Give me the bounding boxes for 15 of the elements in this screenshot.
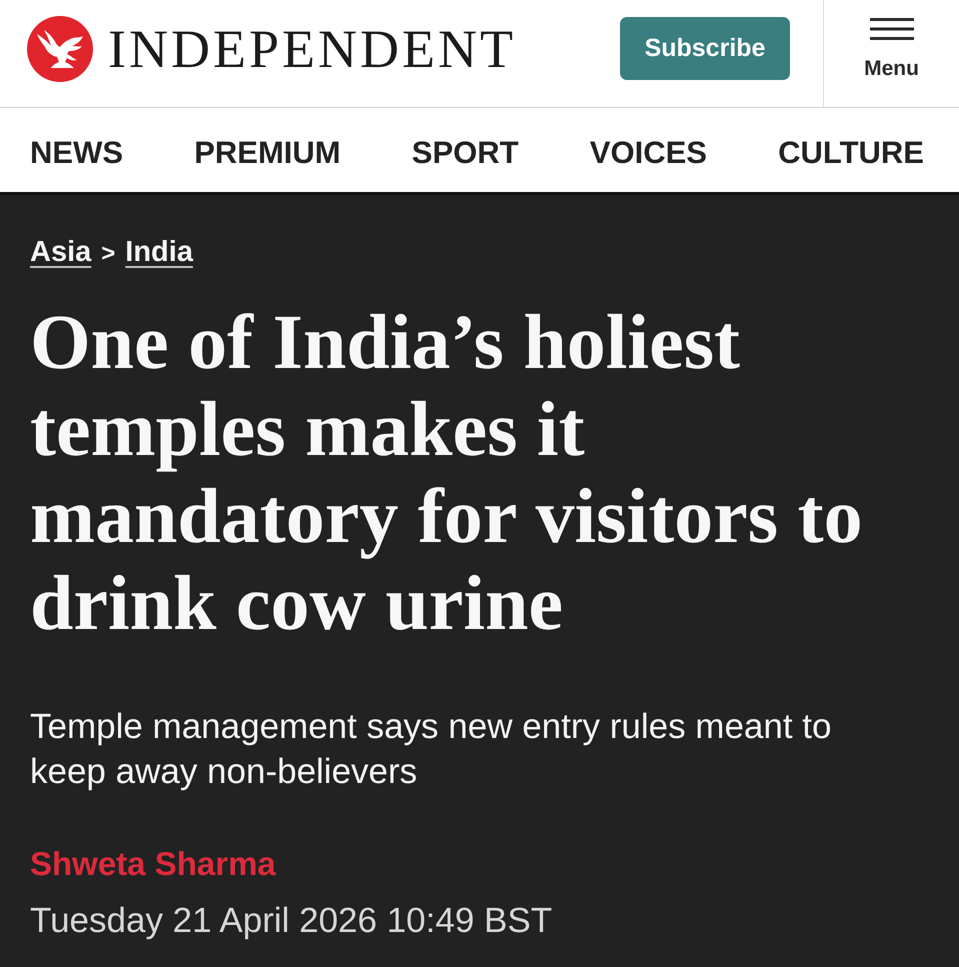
nav-link[interactable]: VOICES (590, 135, 707, 171)
breadcrumb-link[interactable]: Asia (30, 235, 92, 269)
article-standfirst: Temple management says new entry rules meant to keep away non-believers (30, 706, 832, 793)
eagle-logo-icon[interactable] (27, 16, 93, 82)
nav-link[interactable]: SPORT (412, 135, 519, 171)
subscribe-button[interactable]: Subscribe (620, 17, 790, 80)
breadcrumb-link[interactable]: India (125, 235, 193, 269)
publish-date: Tuesday 21 April 2026 10:49 BST (30, 900, 554, 942)
nav-link[interactable]: PREMIUM (194, 135, 341, 171)
article-headline: One of India’s holiest temples makes it mandatory for visitors to drink cow urine (30, 298, 864, 646)
menu-icon (870, 18, 914, 40)
logo-wordmark[interactable]: INDEPENDENT (108, 18, 516, 78)
nav-link[interactable]: CULTURE (778, 135, 924, 171)
nav-link[interactable]: NEWS (30, 135, 123, 171)
breadcrumb-separator: > (101, 239, 116, 269)
